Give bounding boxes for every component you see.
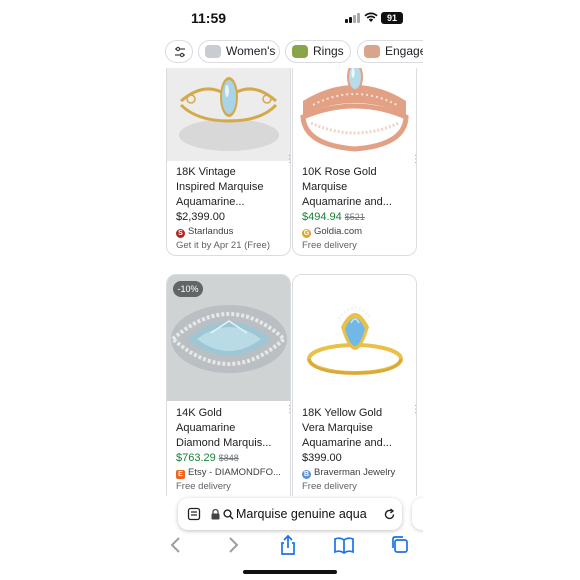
battery-icon: 91: [381, 12, 403, 24]
product-title-line: Aquamarine: [176, 422, 236, 434]
product-info: 10K Rose Gold Marquise Aquamarine and...…: [302, 165, 406, 253]
status-bar: 11:59 91: [157, 0, 423, 36]
wifi-icon: [364, 12, 378, 22]
product-grid: 18K Vintage Inspired Marquise Aquamarine…: [157, 68, 423, 496]
shipping-info: Free delivery: [302, 240, 357, 251]
product-card[interactable]: -10% 14K Gold Aquamarine Diamond Marquis…: [166, 274, 291, 496]
search-icon: [223, 509, 234, 520]
product-card[interactable]: 10K Rose Gold Marquise Aquamarine and...…: [292, 68, 417, 256]
next-tab-peek[interactable]: [412, 498, 423, 530]
product-price: $494.94: [302, 211, 342, 223]
chip-engagement[interactable]: Engagem: [357, 40, 423, 63]
product-title-line: 18K Yellow Gold: [302, 407, 383, 419]
bottom-toolbar: [157, 530, 423, 560]
cellular-signal-icon: [345, 13, 361, 23]
forward-icon[interactable]: [222, 534, 244, 556]
merchant-name: Braverman Jewelry: [314, 467, 396, 478]
product-image: [167, 68, 290, 161]
home-indicator: [243, 570, 337, 574]
merchant-name: Goldia.com: [314, 226, 363, 237]
merchant-logo-icon: S: [176, 229, 185, 238]
discount-badge: -10%: [173, 281, 203, 297]
shipping-info: Free delivery: [176, 481, 231, 492]
original-price: $521: [344, 212, 365, 222]
merchant-name: Etsy - DIAMONDFO...: [188, 467, 281, 478]
product-card[interactable]: 18K Yellow Gold Vera Marquise Aquamarine…: [292, 274, 417, 496]
product-price-row: $494.94 $521: [302, 210, 406, 225]
reload-icon[interactable]: [383, 508, 396, 521]
more-options-icon[interactable]: ⋮: [285, 405, 290, 415]
product-info: 18K Vintage Inspired Marquise Aquamarine…: [176, 165, 280, 253]
ring-thumbnail-icon: [364, 45, 380, 58]
product-title: 14K Gold Aquamarine Diamond Marquis...: [176, 406, 280, 451]
merchant: G Goldia.com: [302, 225, 406, 239]
merchant-logo-icon: E: [176, 470, 185, 479]
product-price: $763.29: [176, 452, 216, 464]
chip-label: Rings: [313, 44, 344, 58]
more-options-icon[interactable]: ⋮: [411, 405, 416, 415]
product-title-line: Inspired Marquise: [176, 181, 264, 193]
browser-window: 11:59 91 Women's Rings Engag 18K Vintage…: [157, 0, 423, 580]
more-options-icon[interactable]: ⋮: [411, 155, 416, 165]
merchant: B Braverman Jewelry: [302, 466, 406, 480]
chip-womens[interactable]: Women's: [198, 40, 280, 63]
product-title-line: Aquamarine...: [176, 196, 245, 208]
url-text[interactable]: Marquise genuine aqua: [236, 507, 380, 521]
product-image: [293, 68, 416, 161]
product-title-line: Marquise: [302, 181, 348, 193]
product-title-line: Vera Marquise: [302, 422, 373, 434]
product-image: [293, 275, 416, 401]
product-title-line: Aquamarine and...: [302, 437, 392, 449]
product-title: 18K Vintage Inspired Marquise Aquamarine…: [176, 165, 280, 210]
share-icon[interactable]: [277, 534, 299, 556]
chip-label: Women's: [226, 44, 276, 58]
product-price: $2,399.00: [176, 211, 225, 223]
sliders-icon: [175, 46, 185, 58]
merchant-logo-icon: B: [302, 470, 311, 479]
tabs-icon[interactable]: [389, 534, 411, 556]
product-title-line: Aquamarine and...: [302, 196, 392, 208]
lock-icon: [211, 509, 220, 520]
chip-label: Engagem: [385, 44, 423, 58]
product-title: 10K Rose Gold Marquise Aquamarine and...: [302, 165, 406, 210]
product-info: 18K Yellow Gold Vera Marquise Aquamarine…: [302, 406, 406, 494]
ring-thumbnail-icon: [292, 45, 308, 58]
ring-thumbnail-icon: [205, 45, 221, 58]
filter-chips: Women's Rings Engagem: [165, 40, 423, 64]
product-info: 14K Gold Aquamarine Diamond Marquis... $…: [176, 406, 281, 494]
product-price-row: $763.29 $848: [176, 451, 281, 466]
shipping-info: Free delivery: [302, 481, 357, 492]
product-title-line: 18K Vintage: [176, 166, 236, 178]
product-price: $399.00: [302, 452, 342, 464]
bookmarks-icon[interactable]: [333, 534, 355, 556]
product-title-line: 14K Gold: [176, 407, 222, 419]
merchant: S Starlandus: [176, 225, 280, 239]
address-bar[interactable]: Marquise genuine aqua: [178, 498, 402, 530]
original-price: $848: [218, 453, 239, 463]
reader-mode-icon[interactable]: [187, 507, 201, 521]
merchant-logo-icon: G: [302, 229, 311, 238]
filter-settings-chip[interactable]: [165, 40, 193, 63]
back-icon[interactable]: [165, 534, 187, 556]
product-title-line: 10K Rose Gold: [302, 166, 377, 178]
chip-rings[interactable]: Rings: [285, 40, 351, 63]
merchant: E Etsy - DIAMONDFO...: [176, 466, 281, 480]
status-time: 11:59: [191, 10, 227, 26]
product-card[interactable]: 18K Vintage Inspired Marquise Aquamarine…: [166, 68, 291, 256]
product-title: 18K Yellow Gold Vera Marquise Aquamarine…: [302, 406, 406, 451]
merchant-name: Starlandus: [188, 226, 234, 237]
shipping-info: Get it by Apr 21 (Free): [176, 240, 270, 251]
product-title-line: Diamond Marquis...: [176, 437, 272, 449]
more-options-icon[interactable]: ⋮: [285, 155, 290, 165]
